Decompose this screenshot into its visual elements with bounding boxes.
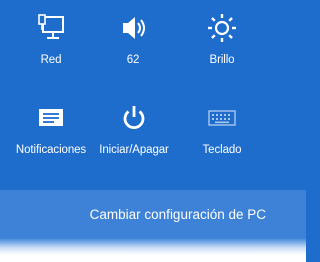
speaker-icon [82, 8, 184, 48]
keyboard-tile[interactable]: Teclado [171, 98, 273, 168]
power-label: Iniciar/Apagar [99, 144, 169, 156]
power-icon [83, 98, 185, 138]
brightness-label: Brillo [209, 54, 235, 66]
volume-tile[interactable]: 62 [82, 8, 184, 78]
bottom-fade [0, 238, 306, 262]
keyboard-icon [171, 98, 273, 138]
settings-charm-panel: Red 62 Brillo Notificaciones Iniciar/Apa… [0, 0, 306, 262]
volume-label: 62 [126, 54, 140, 66]
change-pc-settings-label: Cambiar configuración de PC [89, 206, 266, 222]
keyboard-label: Teclado [202, 144, 242, 156]
brightness-tile[interactable]: Brillo [171, 8, 273, 78]
change-pc-settings-link[interactable]: Cambiar configuración de PC [0, 190, 306, 238]
sun-icon [171, 8, 273, 48]
power-tile[interactable]: Iniciar/Apagar [83, 98, 185, 168]
